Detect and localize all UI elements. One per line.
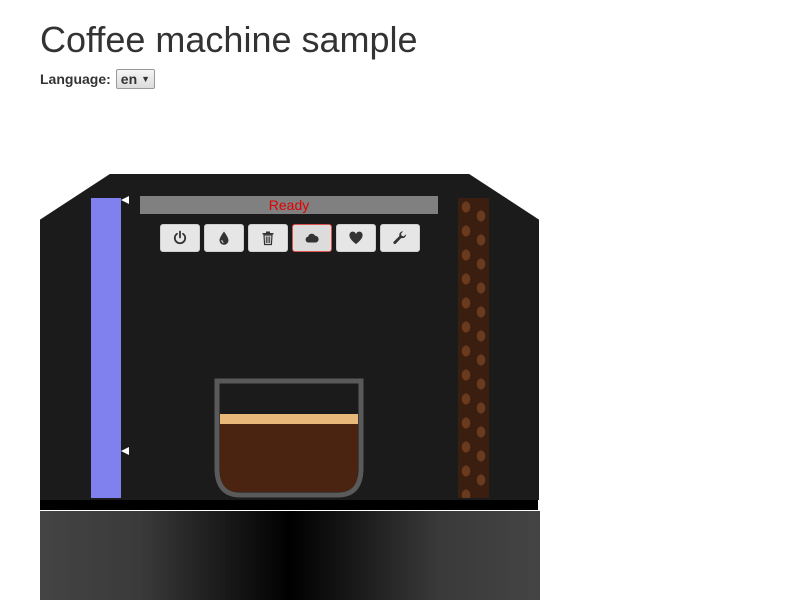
settings-button[interactable]: [380, 224, 420, 252]
water-min-marker-icon: [121, 447, 129, 455]
drip-grate: [40, 500, 538, 510]
water-button[interactable]: [204, 224, 244, 252]
favorite-button[interactable]: [336, 224, 376, 252]
steam-button[interactable]: [292, 224, 332, 252]
coffee-bean-container: [458, 198, 489, 498]
power-button[interactable]: [160, 224, 200, 252]
empty-grounds-button[interactable]: [248, 224, 288, 252]
power-icon: [173, 230, 187, 245]
drip-tray: [40, 511, 540, 600]
coffee-cup: [214, 378, 364, 498]
cloud-icon: [305, 233, 319, 243]
trash-icon: [262, 231, 274, 246]
coffee-machine: Ready: [0, 0, 800, 600]
wrench-icon: [393, 231, 407, 245]
water-tank: [91, 198, 121, 498]
control-buttons: [160, 224, 420, 252]
cup-coffee: [220, 422, 358, 492]
water-max-marker-icon: [121, 196, 129, 204]
heart-icon: [349, 231, 363, 244]
status-display: Ready: [140, 196, 438, 214]
cup-crema: [220, 414, 358, 424]
water-drop-icon: [219, 231, 229, 245]
